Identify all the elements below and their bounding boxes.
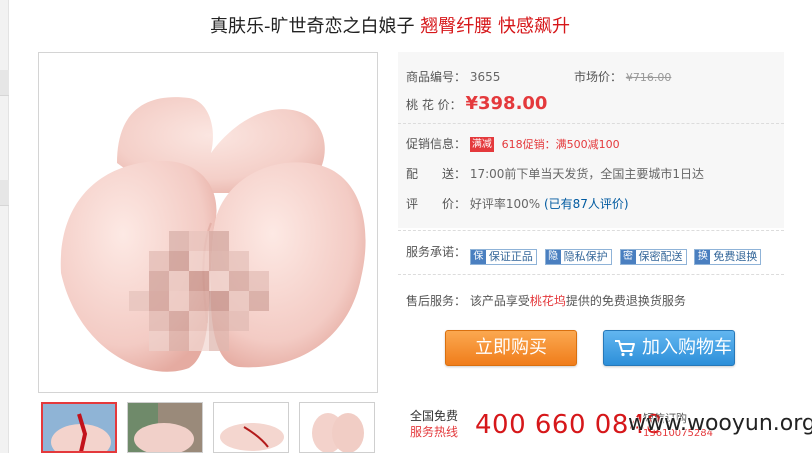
rating-row: 评 价： 好评率100% (已有87人评价)	[406, 195, 629, 212]
rating-label: 评 价：	[406, 197, 467, 211]
thumbnail-photo	[43, 404, 115, 451]
product-title-highlight: 翘臀纤腰 快感飙升	[420, 16, 570, 37]
divider	[398, 274, 784, 275]
product-photo	[60, 97, 366, 372]
thumbnail-photo	[128, 403, 202, 452]
thumbnail-3[interactable]	[213, 402, 289, 453]
thumbnail-4[interactable]	[299, 402, 375, 453]
cart-icon	[615, 340, 635, 357]
promo-row: 促销信息： 满减 618促销：满500减100	[406, 135, 620, 152]
aftersale-label: 售后服务：	[406, 294, 467, 308]
thumbnail-2[interactable]	[127, 402, 203, 453]
sku-label: 商品编号：	[406, 70, 467, 84]
genuine-icon: 保	[470, 250, 486, 264]
privacy-icon: 隐	[545, 250, 561, 264]
aftersale-row: 售后服务： 该产品享受桃花坞提供的免费退换货服务	[406, 292, 686, 309]
review-count-link[interactable]: (已有87人评价)	[544, 197, 629, 211]
market-price-value: ¥716.00	[625, 71, 672, 84]
promo-label: 促销信息：	[406, 137, 467, 151]
service-free-return[interactable]: 换 免费退换	[694, 249, 762, 265]
aftersale-suffix: 提供的免费退换货服务	[565, 294, 686, 308]
buy-now-button[interactable]: 立即购买	[445, 330, 577, 366]
promo-badge: 满减	[469, 137, 494, 152]
add-to-cart-button[interactable]: 加入购物车	[603, 330, 735, 366]
hotline-label-line1: 全国免费	[410, 409, 459, 423]
product-title-main: 真肤乐-旷世奇恋之白娘子	[210, 16, 415, 37]
sku-row: 商品编号： 3655	[406, 68, 500, 85]
left-strip-notch	[0, 70, 9, 96]
product-title: 真肤乐-旷世奇恋之白娘子 翘臀纤腰 快感飙升	[210, 12, 570, 38]
watermark: www.wooyun.org	[628, 411, 812, 436]
add-to-cart-label: 加入购物车	[642, 337, 732, 358]
sale-price-label: 桃 花 价：	[406, 98, 462, 112]
delivery-text: 17:00前下单当天发货，全国主要城市1日达	[469, 167, 705, 181]
thumbnail-1[interactable]	[41, 402, 117, 453]
service-privacy-text: 隐私保护	[563, 250, 608, 263]
service-return-text: 免费退换	[713, 250, 758, 263]
shop-link[interactable]: 桃花坞	[530, 294, 566, 308]
left-strip-notch	[0, 180, 9, 206]
rating-text: 好评率100%	[469, 197, 541, 211]
market-price-row: 市场价： ¥716.00	[574, 68, 671, 85]
main-product-image[interactable]	[38, 52, 378, 393]
divider	[398, 123, 784, 124]
thumbnail-photo	[300, 403, 374, 452]
service-privacy[interactable]: 隐 隐私保护	[544, 249, 612, 265]
product-info-panel: 商品编号： 3655 市场价： ¥716.00 桃 花 价： ¥398.00 促…	[398, 52, 784, 386]
delivery-label: 配 送：	[406, 167, 467, 181]
service-row: 服务承诺： 保 保证正品 隐 隐私保护 密 保密配送 换 免费退换	[406, 243, 765, 265]
promo-text: 618促销：满500减100	[501, 138, 620, 151]
market-price-label: 市场价：	[574, 70, 623, 84]
aftersale-prefix: 该产品享受	[469, 294, 530, 308]
divider	[398, 230, 784, 231]
hotline-label: 全国免费 服务热线	[410, 408, 458, 440]
thumbnail-strip	[38, 402, 378, 453]
service-discreet-delivery[interactable]: 密 保密配送	[619, 249, 687, 265]
sku-value: 3655	[469, 70, 501, 84]
service-genuine[interactable]: 保 保证正品	[469, 249, 537, 265]
service-label: 服务承诺：	[406, 245, 467, 259]
left-edge-strip	[0, 0, 9, 453]
thumbnail-photo	[214, 403, 288, 452]
return-icon: 换	[695, 250, 711, 264]
service-genuine-text: 保证正品	[488, 250, 533, 263]
service-discreet-text: 保密配送	[638, 250, 683, 263]
discreet-icon: 密	[620, 250, 636, 264]
sale-price-value: ¥398.00	[465, 93, 548, 114]
sale-price-row: 桃 花 价： ¥398.00	[406, 93, 547, 114]
hotline-label-line2: 服务热线	[410, 425, 459, 439]
delivery-row: 配 送： 17:00前下单当天发货，全国主要城市1日达	[406, 165, 704, 182]
